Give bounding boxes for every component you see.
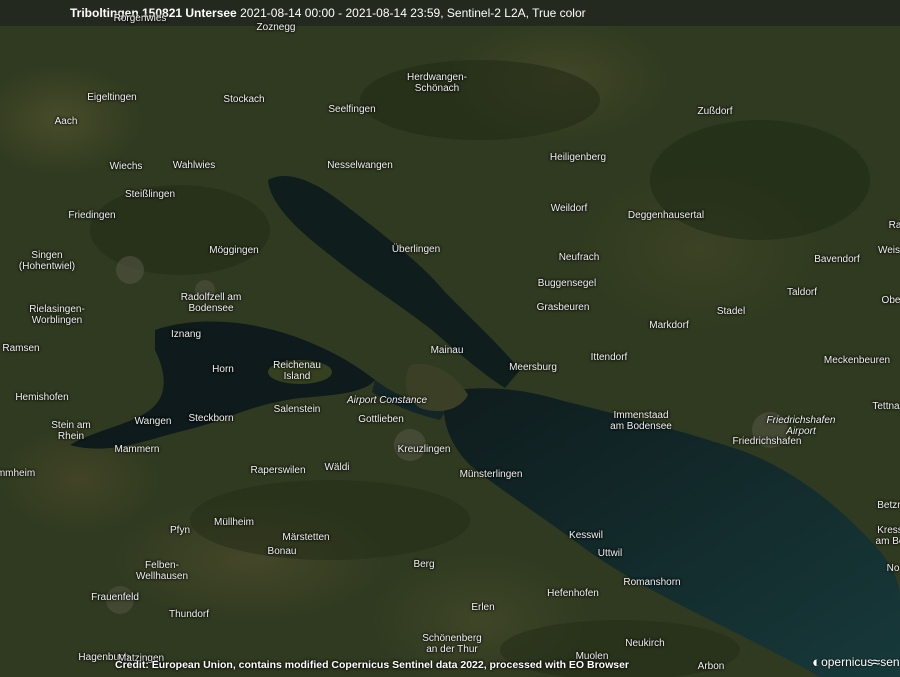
place-label: Airport Constance <box>346 395 428 406</box>
place-label: Schönenberg an der Thur <box>422 633 482 655</box>
copernicus-logo-text: opernicus <box>821 655 874 669</box>
place-label: Pfyn <box>169 525 191 536</box>
place-label: Ittendorf <box>590 352 628 363</box>
place-label: Friedrichshafen Airport <box>766 415 836 437</box>
copernicus-logo: ◐opernicus <box>812 654 874 671</box>
image-details: 2021-08-14 00:00 - 2021-08-14 23:59, Sen… <box>240 6 586 20</box>
place-label: Wahlwies <box>172 160 216 171</box>
place-label: Rielasingen- Worblingen <box>29 304 85 326</box>
place-label: Aach <box>54 116 78 127</box>
place-label: Frauenfeld <box>91 592 139 603</box>
place-label: Münsterlingen <box>459 469 523 480</box>
place-label: Stadel <box>716 306 746 317</box>
place-label: Neukirch <box>625 638 665 649</box>
place-label: Kesswil <box>569 530 603 541</box>
place-label: Singen (Hohentwiel) <box>18 250 76 272</box>
place-label: Steißlingen <box>124 189 176 200</box>
place-label: Gottlieben <box>358 414 404 425</box>
place-label: Friedrichshafen <box>732 436 802 447</box>
place-label: Möggingen <box>209 245 259 256</box>
place-label: Bonau <box>267 546 297 557</box>
place-label: Wangen <box>134 416 172 427</box>
place-label: Erlen <box>471 602 495 613</box>
place-label: Ra <box>888 220 900 231</box>
sentinel-hub-logo-text: sen <box>880 655 900 669</box>
place-label: Grasbeuren <box>536 302 590 313</box>
place-label: Kress am Bo <box>875 525 900 547</box>
place-label: Stockach <box>223 94 265 105</box>
place-label: Weis <box>877 245 900 256</box>
place-label: Iznang <box>170 329 202 340</box>
place-label: Buggensegel <box>537 278 597 289</box>
place-label: Arbon <box>697 661 725 672</box>
place-label: Horn <box>212 364 234 375</box>
place-label: Uttwil <box>597 548 623 559</box>
place-label: Hefenhofen <box>547 588 599 599</box>
place-label: Weildorf <box>550 203 588 214</box>
place-label: Friedingen <box>68 210 116 221</box>
place-label: No <box>886 563 900 574</box>
place-label: Zußdorf <box>697 106 733 117</box>
place-label: Neufrach <box>558 252 600 263</box>
place-label: Immenstaad am Bodensee <box>610 410 672 432</box>
place-label: Felben- Wellhausen <box>135 560 189 582</box>
place-label: Ramsen <box>2 343 40 354</box>
place-label: Obe <box>881 295 900 306</box>
place-label: Eigeltingen <box>87 92 137 103</box>
place-label: Müllheim <box>213 517 255 528</box>
place-label: Mainau <box>430 345 464 356</box>
place-label: Hemishofen <box>15 392 69 403</box>
place-label: Nesselwangen <box>327 160 393 171</box>
place-label: Überlingen <box>391 244 441 255</box>
place-label: Herdwangen- Schönach <box>406 72 468 94</box>
place-label: Betzn <box>877 500 900 511</box>
place-label: Steckborn <box>188 413 234 424</box>
untersee <box>70 321 375 449</box>
place-label: Rorgenwies <box>113 13 167 24</box>
place-label: Wäldi <box>324 462 350 473</box>
place-label: Stein am Rhein <box>51 420 91 442</box>
place-label: Tettna <box>872 401 900 412</box>
place-label: Raperswilen <box>250 465 306 476</box>
place-label: Salenstein <box>273 404 321 415</box>
place-label: Deggenhausertal <box>627 210 705 221</box>
credit-text: Credit: European Union, contains modifie… <box>115 659 630 671</box>
place-label: Märstetten <box>282 532 330 543</box>
place-label: Meckenbeuren <box>823 355 891 366</box>
place-label: Markdorf <box>649 320 689 331</box>
satellite-map[interactable]: Triboltingen 150821 Untersee 2021-08-14 … <box>0 0 900 677</box>
place-label: Radolfzell am Bodensee <box>180 292 242 314</box>
place-label: Seelfingen <box>328 104 376 115</box>
place-label: Wiechs <box>109 161 143 172</box>
place-label: Romanshorn <box>623 577 681 588</box>
sentinel-hub-logo: ≈sen <box>872 654 900 671</box>
place-label: Thundorf <box>168 609 210 620</box>
place-label: Reichenau Island <box>273 360 321 382</box>
place-label: Meersburg <box>509 362 557 373</box>
place-label: Berg <box>413 559 435 570</box>
place-label: Taldorf <box>786 287 818 298</box>
place-label: Kreuzlingen <box>397 444 451 455</box>
place-label: Zoznegg <box>256 22 296 33</box>
place-label: Mammern <box>114 444 160 455</box>
place-label: mmheim <box>0 468 36 479</box>
place-label: Heiligenberg <box>549 152 607 163</box>
place-label: Bavendorf <box>814 254 860 265</box>
